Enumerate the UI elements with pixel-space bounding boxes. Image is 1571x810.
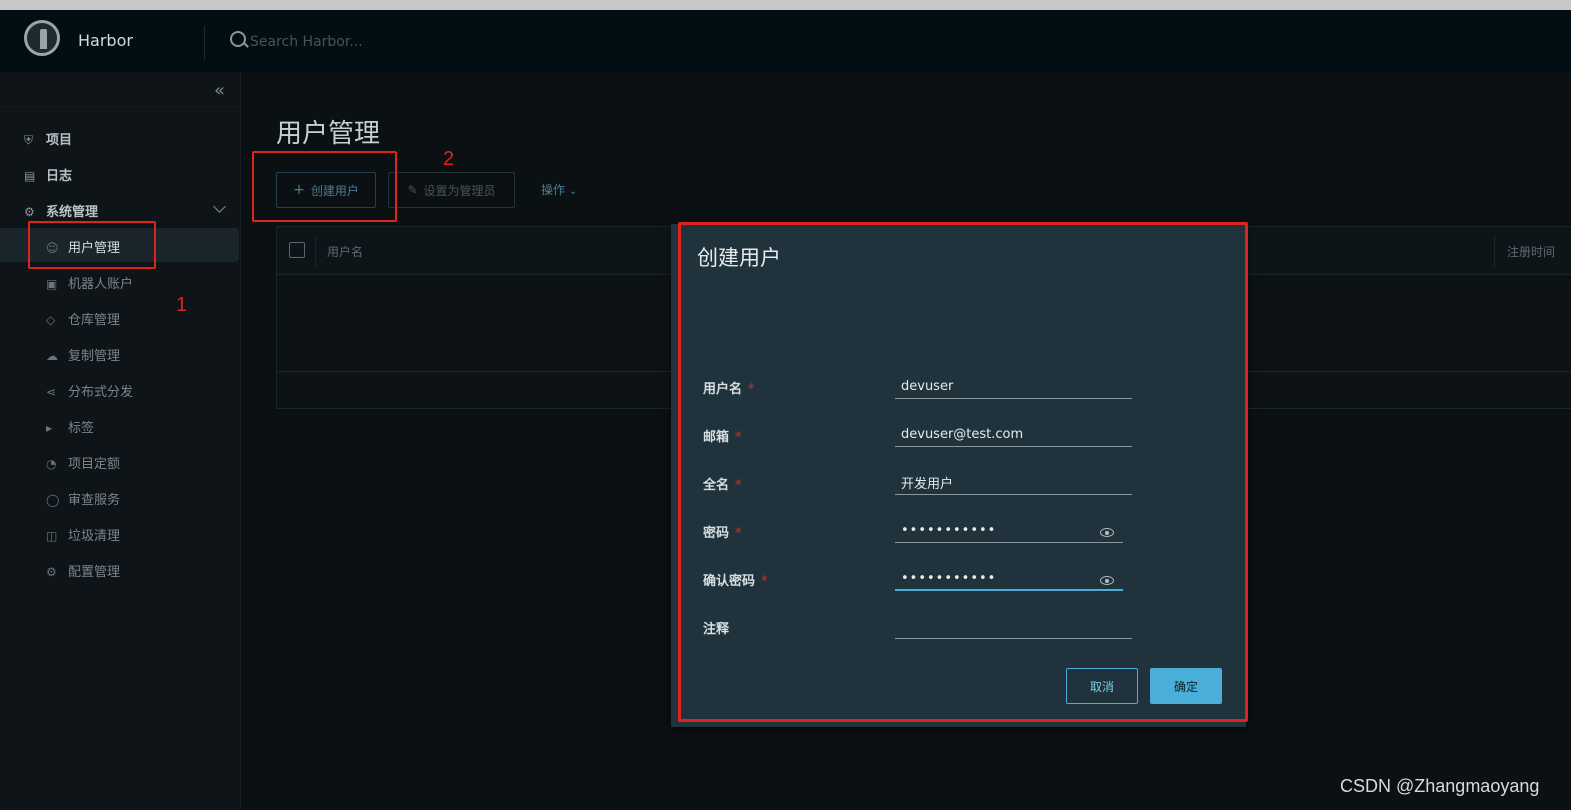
share-icon: ⋖ [46,385,57,399]
annotation-box-1 [28,221,156,269]
shield-icon: ◯ [46,493,60,507]
browser-top-strip [0,0,1571,10]
gauge-icon: ◔ [46,457,57,471]
set-admin-button[interactable]: ✎ 设置为管理员 [388,172,515,208]
annotation-box-2 [252,151,397,222]
sidebar-item-logs[interactable]: ▤ 日志 [24,165,72,184]
annotation-number-2: 2 [443,148,455,170]
sidebar-item-replications[interactable]: ☁ 复制管理 [46,345,120,364]
search-input[interactable] [248,30,552,54]
logs-icon: ▤ [24,169,36,183]
sidebar-item-registries[interactable]: ◇ 仓库管理 [46,309,120,328]
sidebar-item-gc[interactable]: ◫ 垃圾清理 [46,525,120,544]
robot-icon: ▣ [46,277,58,291]
column-divider [315,235,316,267]
sidebar-item-projects[interactable]: ⛨ 项目 [24,129,72,148]
sidebar-item-labels[interactable]: ▸ 标签 [46,417,94,436]
annotation-number-1: 1 [176,294,188,316]
trash-icon: ◫ [46,529,58,543]
chevron-down-icon: ⌄ [568,186,578,197]
sidebar-item-scanners[interactable]: ◯ 审查服务 [46,489,120,508]
sidebar-divider [0,106,240,107]
gear-icon: ⚙ [46,565,57,579]
pencil-icon: ✎ [407,183,418,197]
header-divider [204,26,205,60]
brand-name: Harbor [78,31,133,50]
column-header-created[interactable]: 注册时间 [1507,243,1555,260]
page-title: 用户管理 [276,119,381,149]
select-all-checkbox[interactable] [289,242,305,258]
column-divider [1494,235,1495,267]
sidebar-item-admin[interactable]: ⚙ 系统管理 [24,201,98,220]
double-chevron-left-icon[interactable]: « [214,80,225,101]
cloud-icon: ☁ [46,349,58,363]
sidebar-item-robot-accounts[interactable]: ▣ 机器人账户 [46,273,133,292]
sidebar-item-quotas[interactable]: ◔ 项目定额 [46,453,120,472]
harbor-logo-icon[interactable] [24,20,60,56]
actions-dropdown[interactable]: 操作 ⌄ [541,181,577,198]
cube-icon: ◇ [46,313,56,327]
watermark: CSDN @Zhangmaoyang [1340,776,1540,796]
annotation-box-dialog [678,222,1248,722]
admin-icon: ⚙ [24,205,35,219]
sidebar-item-distributions[interactable]: ⋖ 分布式分发 [46,381,133,400]
column-header-username[interactable]: 用户名 [327,243,363,260]
search-icon [230,31,246,47]
projects-icon: ⛨ [24,133,34,147]
tag-icon: ▸ [46,421,53,435]
sidebar-item-config[interactable]: ⚙ 配置管理 [46,561,120,580]
